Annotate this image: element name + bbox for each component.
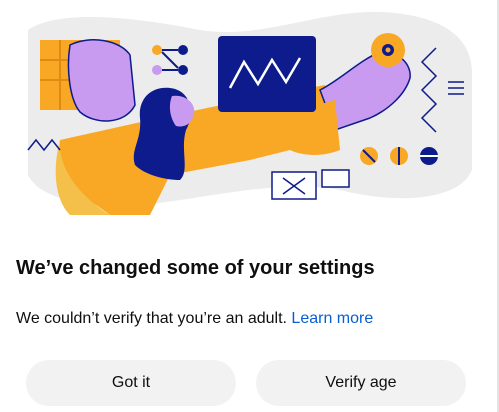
learn-more-link[interactable]: Learn more [291, 310, 373, 327]
verify-age-button[interactable]: Verify age [256, 360, 466, 406]
dialog-message: We couldn’t verify that you’re an adult.… [16, 310, 373, 328]
age-verification-illustration [27, 11, 472, 215]
dialog-title: We’ve changed some of your settings [16, 257, 375, 279]
message-text: We couldn’t verify that you’re an adult. [16, 310, 287, 327]
got-it-button[interactable]: Got it [26, 360, 236, 406]
settings-changed-dialog: We’ve changed some of your settings We c… [0, 0, 499, 412]
